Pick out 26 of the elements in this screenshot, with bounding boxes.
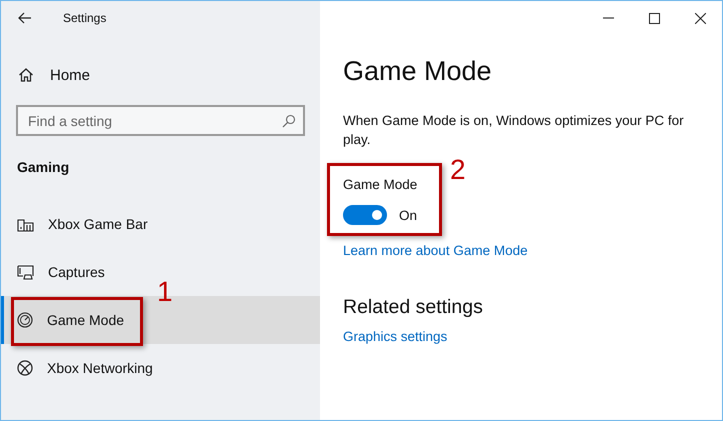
toggle-state: On <box>399 208 418 222</box>
home-link[interactable]: Home <box>18 63 90 87</box>
related-link[interactable]: Graphics settings <box>343 329 448 344</box>
toggle-switch[interactable] <box>343 205 387 225</box>
window-title: Settings <box>63 11 106 25</box>
section-heading: Related settings <box>343 296 483 319</box>
learn-more-link[interactable]: Learn more about Game Mode <box>343 243 528 258</box>
nav-item[interactable]: Xbox Networking <box>1 344 163 392</box>
minimize-icon[interactable] <box>603 17 614 19</box>
toggle-label: Game Mode <box>343 177 418 194</box>
gauge-icon <box>17 312 33 328</box>
xbox-icon <box>17 360 33 376</box>
maximize-icon[interactable] <box>649 12 660 24</box>
nav-item[interactable]: Captures <box>1 248 115 296</box>
section-heading: Gaming <box>17 159 70 177</box>
description: When Game Mode is on, Windows optimizes your PC for play. <box>343 112 685 149</box>
search-icon <box>282 114 296 128</box>
home-icon <box>18 67 34 83</box>
search-field[interactable]: Find a setting <box>16 105 305 136</box>
page-title: Game Mode <box>343 56 492 88</box>
callout-number: 2 <box>450 156 466 184</box>
close-icon[interactable] <box>695 12 706 24</box>
gamebar-icon <box>17 216 34 232</box>
nav-item[interactable]: Xbox Game Bar <box>1 200 158 248</box>
capture-icon <box>17 264 34 280</box>
back-arrow-icon[interactable] <box>18 12 32 24</box>
